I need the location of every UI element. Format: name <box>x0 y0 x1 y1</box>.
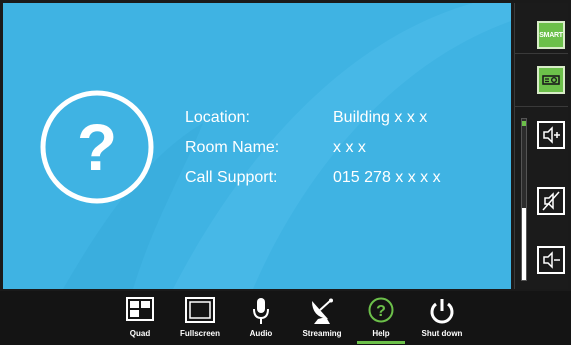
mute-button[interactable] <box>537 187 565 215</box>
bottom-toolbar: Quad Fullscreen Audio Streaming ? Help S… <box>0 291 571 345</box>
microphone-icon <box>253 298 269 324</box>
location-value: Building x x x <box>333 109 428 126</box>
location-row: Location: Building x x x <box>185 109 441 139</box>
svg-text:?: ? <box>376 303 386 320</box>
quad-label: Quad <box>129 329 151 338</box>
control-rail: SMART <box>514 3 568 289</box>
fullscreen-button[interactable]: Fullscreen <box>172 291 228 345</box>
streaming-label: Streaming <box>302 329 342 338</box>
call-support-value: 015 278 x x x x <box>333 169 441 186</box>
volume-max-indicator <box>522 121 526 126</box>
power-icon <box>430 299 454 324</box>
volume-slider[interactable] <box>521 118 527 281</box>
rail-separator <box>514 106 568 107</box>
smart-board-button[interactable]: SMART <box>537 21 565 49</box>
help-icon: ? <box>40 90 154 204</box>
streaming-button[interactable]: Streaming <box>294 291 350 345</box>
projector-icon <box>542 75 560 85</box>
shut-down-button[interactable]: Shut down <box>414 291 470 345</box>
volume-up-icon <box>543 126 560 144</box>
mute-icon <box>542 191 560 211</box>
room-name-row: Room Name: x x x <box>185 139 441 169</box>
rail-separator <box>514 53 568 54</box>
rail-divider <box>514 3 515 289</box>
call-support-label: Call Support: <box>185 169 278 186</box>
fullscreen-label: Fullscreen <box>179 329 220 338</box>
room-name-label: Room Name: <box>185 139 280 156</box>
svg-text:?: ? <box>77 110 117 184</box>
help-button[interactable]: ? Help <box>353 291 409 345</box>
fullscreen-icon <box>185 297 215 323</box>
volume-down-icon <box>543 251 560 269</box>
quad-icon <box>126 297 154 321</box>
call-support-row: Call Support: 015 278 x x x x <box>185 169 441 199</box>
room-name-value: x x x <box>333 139 366 156</box>
help-circle-icon: ? <box>368 297 394 323</box>
satellite-dish-icon <box>312 298 333 324</box>
shut-down-label: Shut down <box>421 329 463 338</box>
volume-fill <box>522 207 526 280</box>
audio-button[interactable]: Audio <box>233 291 289 345</box>
volume-up-button[interactable] <box>537 121 565 149</box>
audio-label: Audio <box>249 329 273 338</box>
quad-button[interactable]: Quad <box>112 291 168 345</box>
help-label: Help <box>372 329 390 338</box>
projector-button[interactable] <box>537 66 565 94</box>
volume-down-button[interactable] <box>537 246 565 274</box>
main-panel: ? Location: Building x x x Room Name: x … <box>3 3 511 289</box>
room-info: Location: Building x x x Room Name: x x … <box>185 109 441 199</box>
smart-logo-icon: SMART <box>539 31 563 39</box>
active-tab-indicator <box>357 341 405 344</box>
location-label: Location: <box>185 109 250 126</box>
